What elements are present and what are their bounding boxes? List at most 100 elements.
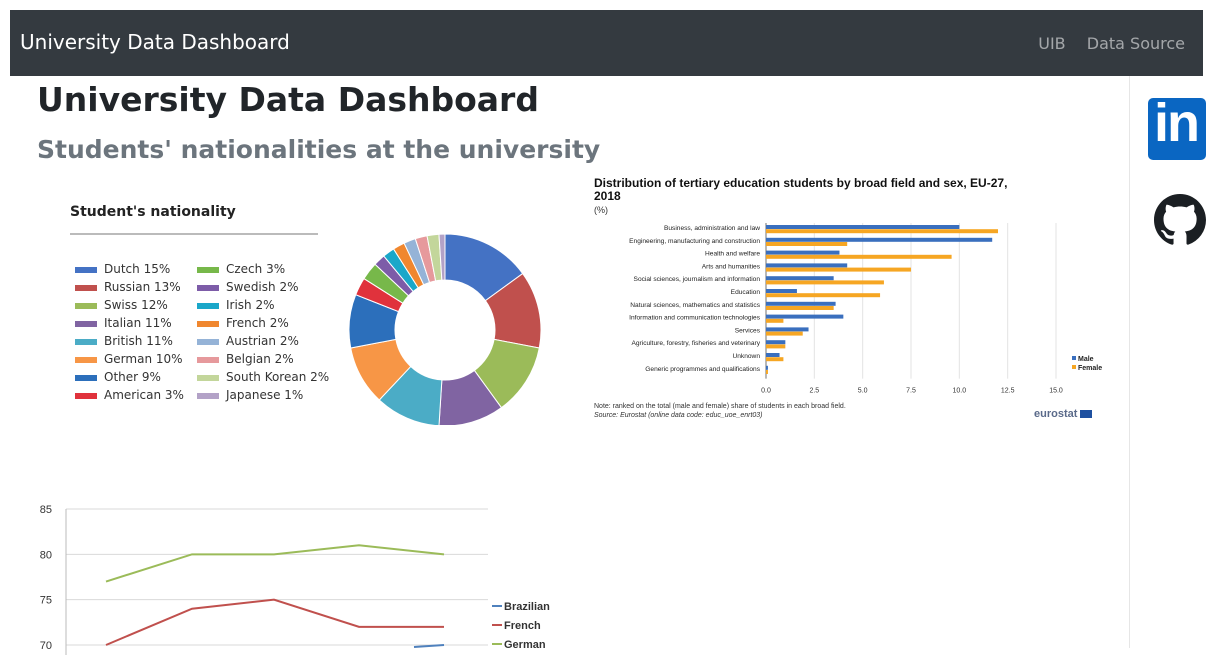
legend-label: South Korean 2% bbox=[226, 370, 330, 384]
nationality-chart-title: Student's nationality bbox=[70, 204, 236, 220]
legend-item: Dutch 15% bbox=[75, 262, 170, 276]
x-tick-label: 15.0 bbox=[1049, 388, 1063, 395]
legend-swatch bbox=[75, 284, 97, 291]
bar-male bbox=[766, 365, 768, 370]
github-icon[interactable] bbox=[1154, 194, 1206, 246]
legend-label: Italian 11% bbox=[104, 316, 172, 330]
y-tick-label: 85 bbox=[40, 504, 52, 516]
x-tick-label: 0.0 bbox=[761, 388, 771, 395]
navbar-brand[interactable]: University Data Dashboard bbox=[20, 30, 290, 54]
legend-item: Irish 2% bbox=[197, 298, 275, 312]
bar-female bbox=[766, 267, 911, 272]
nav-link-uib[interactable]: UIB bbox=[1038, 34, 1065, 53]
eurostat-note: Note: ranked on the total (male and fema… bbox=[594, 403, 846, 410]
bar-female bbox=[766, 344, 786, 349]
legend-swatch bbox=[1072, 356, 1076, 360]
bar-female bbox=[766, 370, 768, 374]
y-tick-label: 70 bbox=[40, 640, 52, 652]
category-label: Social sciences, journalism and informat… bbox=[634, 276, 761, 283]
legend-label: Belgian 2% bbox=[226, 352, 294, 366]
series-line-french bbox=[105, 598, 444, 646]
legend-item: South Korean 2% bbox=[197, 370, 329, 384]
bar-male bbox=[766, 353, 780, 357]
legend-swatch bbox=[197, 302, 219, 309]
category-label: Services bbox=[735, 327, 761, 334]
category-label: Agriculture, forestry, fisheries and vet… bbox=[631, 340, 760, 347]
legend-label: Swiss 12% bbox=[104, 298, 168, 312]
legend-swatch bbox=[75, 302, 97, 309]
x-tick-label: 12.5 bbox=[1001, 388, 1015, 395]
x-tick-label: 10.0 bbox=[953, 388, 967, 395]
legend-item: German 10% bbox=[75, 352, 183, 366]
bar-male bbox=[766, 289, 797, 293]
legend-item: American 3% bbox=[75, 388, 184, 402]
legend-label: Japanese 1% bbox=[226, 388, 304, 402]
legend-swatch bbox=[75, 356, 97, 363]
bar-male bbox=[766, 327, 809, 332]
legend-item: Austrian 2% bbox=[197, 334, 299, 348]
legend-item: Russian 13% bbox=[75, 280, 181, 294]
bar-male bbox=[766, 225, 960, 229]
legend-label: Russian 13% bbox=[104, 280, 181, 294]
bar-female bbox=[766, 254, 952, 259]
legend-item: Italian 11% bbox=[75, 316, 172, 330]
linkedin-icon[interactable]: in bbox=[1148, 93, 1206, 160]
bar-female bbox=[766, 318, 784, 323]
legend-swatch bbox=[197, 320, 219, 327]
legend-swatch bbox=[197, 392, 219, 399]
bar-male bbox=[766, 301, 836, 306]
legend-item: Other 9% bbox=[75, 370, 161, 384]
category-label: Natural sciences, mathematics and statis… bbox=[630, 302, 760, 309]
bar-male bbox=[766, 263, 848, 268]
y-tick-label: 80 bbox=[40, 549, 52, 561]
legend-swatch bbox=[1072, 365, 1076, 369]
legend-label: Irish 2% bbox=[226, 298, 275, 312]
category-label: Engineering, manufacturing and construct… bbox=[629, 238, 760, 245]
eurostat-logo: eurostat bbox=[1034, 408, 1093, 420]
category-label: Education bbox=[731, 289, 761, 296]
legend-label: German 10% bbox=[104, 352, 183, 366]
legend-swatch bbox=[75, 392, 97, 399]
legend-swatch bbox=[75, 338, 97, 345]
legend-label: Dutch 15% bbox=[104, 262, 171, 276]
bar-male bbox=[766, 250, 840, 255]
legend-item: Czech 3% bbox=[197, 262, 285, 276]
category-label: Arts and humanities bbox=[702, 263, 761, 270]
bar-male bbox=[766, 340, 786, 345]
legend-swatch bbox=[197, 374, 219, 381]
category-label: Information and communication technologi… bbox=[629, 315, 761, 322]
legend-label: French 2% bbox=[226, 316, 289, 330]
nav-links: UIB Data Source bbox=[1022, 34, 1185, 53]
series-line-german bbox=[105, 544, 445, 583]
nationality-line-chart: 85 80 75 70 Brazilian French German bbox=[40, 504, 550, 655]
nationality-chart: Student's nationality Dutch 15% Russian 1… bbox=[55, 190, 555, 425]
category-label: Unknown bbox=[733, 353, 761, 360]
category-label: Business, administration and law bbox=[664, 225, 760, 232]
legend-item: Japanese 1% bbox=[197, 388, 303, 402]
legend-item: Swiss 12% bbox=[75, 298, 168, 312]
x-tick-label: 5.0 bbox=[858, 388, 868, 395]
nationality-title-rule bbox=[70, 233, 318, 235]
nav-link-data-source[interactable]: Data Source bbox=[1087, 34, 1185, 53]
y-tick-label: 75 bbox=[40, 595, 52, 607]
bar-female bbox=[766, 280, 884, 285]
legend-label: German bbox=[504, 639, 546, 651]
category-label: Health and welfare bbox=[705, 251, 760, 258]
bar-female bbox=[766, 229, 998, 234]
legend-swatch bbox=[75, 374, 97, 381]
legend-swatch bbox=[197, 266, 219, 273]
legend-swatch bbox=[75, 320, 97, 327]
category-label: Generic programmes and qualifications bbox=[645, 366, 760, 373]
bar-female bbox=[766, 242, 848, 246]
bar-male bbox=[766, 314, 844, 319]
legend-label: Brazilian bbox=[504, 601, 550, 613]
x-tick-label: 2.5 bbox=[809, 388, 819, 395]
page-subtitle: Students' nationalities at the universit… bbox=[37, 135, 601, 164]
nationality-donut bbox=[348, 233, 542, 425]
legend-label: Other 9% bbox=[104, 370, 161, 384]
bar-female bbox=[766, 357, 784, 362]
legend-label: Swedish 2% bbox=[226, 280, 299, 294]
legend-item: Swedish 2% bbox=[197, 280, 298, 294]
legend-swatch bbox=[197, 356, 219, 363]
bar-male bbox=[766, 276, 834, 281]
